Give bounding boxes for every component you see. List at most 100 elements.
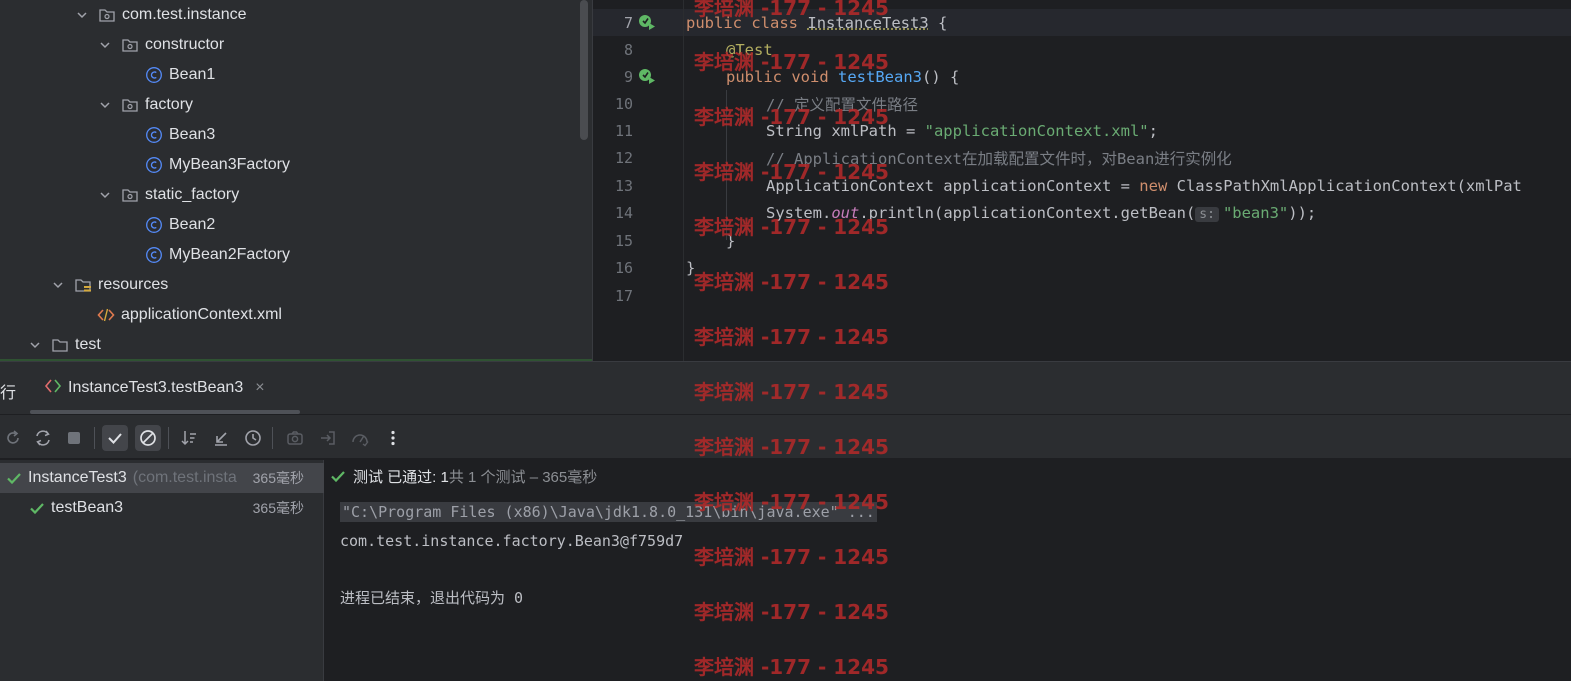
code-line: 15 } — [593, 227, 1571, 254]
tree-item-mybean2factory[interactable]: MyBean2Factory — [145, 240, 290, 270]
code-string: "bean3" — [1222, 203, 1289, 222]
tree-item-label: com.test.instance — [122, 6, 247, 23]
class-icon — [145, 126, 163, 144]
class-icon — [145, 216, 163, 234]
package-icon — [98, 6, 116, 24]
tree-item-com-test-instance[interactable]: com.test.instance — [74, 0, 247, 30]
project-tree: com.test.instance constructor Bean1 fact… — [0, 0, 592, 361]
stop-icon[interactable] — [61, 425, 87, 451]
more-options-icon[interactable] — [380, 425, 406, 451]
code-editor[interactable]: 7 public class InstanceTest3 { 8 @Test 9… — [592, 0, 1571, 361]
tree-item-static-factory[interactable]: static_factory — [97, 180, 239, 210]
tree-item-resources[interactable]: resources — [50, 270, 168, 300]
collapse-all-icon[interactable] — [208, 425, 234, 451]
test-status-bar: 测试 已通过: 1 共 1 个测试 – 365毫秒 — [330, 465, 597, 487]
code-keyword: public — [686, 13, 742, 32]
chevron-down-icon[interactable] — [74, 7, 90, 23]
tree-item-bean2[interactable]: Bean2 — [145, 210, 215, 240]
code-method-name: testBean3 — [838, 67, 923, 86]
tree-item-factory[interactable]: factory — [97, 90, 193, 120]
toolbar-separator — [94, 427, 95, 449]
test-duration: 365毫秒 — [252, 500, 304, 516]
code-text: .println(applicationContext.getBean( — [859, 203, 1196, 222]
rerun-icon[interactable] — [0, 425, 26, 451]
code-line: 11 String xmlPath = "applicationContext.… — [593, 117, 1571, 144]
tree-item-label: applicationContext.xml — [121, 306, 282, 323]
toolbar-separator — [168, 427, 169, 449]
line-number: 11 — [614, 121, 633, 140]
resources-folder-icon — [74, 276, 92, 294]
run-tab[interactable]: InstanceTest3.testBean3 × — [44, 376, 265, 400]
tree-item-label: Bean2 — [169, 216, 216, 233]
code-text: } — [726, 231, 736, 250]
history-icon[interactable] — [240, 425, 266, 451]
console-output[interactable]: 测试 已通过: 1 共 1 个测试 – 365毫秒 "C:\Program Fi… — [325, 460, 1571, 681]
line-number: 7 — [623, 13, 633, 32]
class-icon — [145, 66, 163, 84]
tree-item-label: MyBean3Factory — [169, 156, 290, 173]
show-ignored-icon[interactable] — [135, 425, 161, 451]
run-test-method-icon[interactable] — [638, 67, 656, 85]
tree-item-test[interactable]: test — [27, 330, 101, 360]
tree-item-applicationcontext-xml[interactable]: applicationContext.xml — [97, 300, 282, 330]
line-number: 10 — [614, 94, 633, 113]
test-row-method[interactable]: testBean3 365毫秒 — [0, 493, 324, 523]
chevron-down-icon[interactable] — [27, 337, 43, 353]
code-comment: // ApplicationContext在加载配置文件时，对Bean进行实例化 — [766, 149, 1232, 168]
class-icon — [145, 246, 163, 264]
run-test-class-icon[interactable] — [638, 13, 656, 31]
line-number: 15 — [614, 231, 633, 250]
code-keyword: new — [1139, 176, 1168, 195]
console-exit-line: 进程已结束，退出代码为 0 — [340, 589, 524, 607]
code-text: System. — [766, 203, 832, 222]
line-number: 13 — [614, 176, 633, 195]
rerun-failed-icon[interactable] — [30, 425, 56, 451]
code-line: 13 ApplicationContext applicationContext… — [593, 172, 1571, 199]
parameter-hint: s: — [1195, 206, 1219, 222]
code-text: { — [928, 13, 948, 32]
test-row-class[interactable]: InstanceTest3 (com.test.instance) 365毫秒 — [0, 463, 324, 493]
run-header: 行 InstanceTest3.testBean3 × — [0, 362, 1571, 414]
code-line: 7 public class InstanceTest3 { — [593, 9, 1571, 36]
tree-item-bean3[interactable]: Bean3 — [145, 120, 215, 150]
tree-item-mybean3factory[interactable]: MyBean3Factory — [145, 150, 290, 180]
chevron-down-icon[interactable] — [97, 37, 113, 53]
tree-item-bean1[interactable]: Bean1 — [145, 60, 215, 90]
chevron-down-icon[interactable] — [50, 277, 66, 293]
chevron-down-icon[interactable] — [97, 97, 113, 113]
tree-item-label: static_factory — [145, 186, 240, 203]
code-line: 8 @Test — [593, 36, 1571, 63]
camera-icon[interactable] — [282, 425, 308, 451]
code-keyword: class — [751, 13, 799, 32]
package-icon — [121, 36, 139, 54]
line-number: 16 — [614, 258, 633, 277]
tree-scrollbar[interactable] — [580, 0, 588, 140]
code-line: 17 — [593, 282, 1571, 309]
sort-icon[interactable] — [176, 425, 202, 451]
line-number: 14 — [614, 203, 633, 222]
code-line: 16 } — [593, 254, 1571, 281]
console-command-line[interactable]: "C:\Program Files (x86)\Java\jdk1.8.0_13… — [340, 502, 877, 522]
code-text: ClassPathXmlApplicationContext(xmlPat — [1167, 176, 1522, 195]
code-text: )); — [1288, 203, 1317, 222]
code-text: () { — [922, 67, 960, 86]
xml-file-icon — [97, 306, 115, 324]
status-passed-text: 测试 已通过: 1 — [353, 468, 449, 486]
code-line: 12 // ApplicationContext在加载配置文件时，对Bean进行… — [593, 144, 1571, 171]
show-passed-icon[interactable] — [102, 425, 128, 451]
run-tool-title: 行 — [0, 385, 17, 402]
run-tab-label: InstanceTest3.testBean3 — [68, 379, 244, 396]
test-method-name: testBean3 — [51, 499, 124, 516]
run-toolbar — [0, 414, 1571, 459]
class-icon — [145, 156, 163, 174]
line-number: 9 — [623, 67, 633, 86]
close-icon[interactable]: × — [255, 379, 264, 397]
folder-icon — [51, 336, 69, 354]
code-text: String xmlPath = — [766, 121, 925, 140]
coverage-icon[interactable] — [347, 425, 373, 451]
chevron-down-icon[interactable] — [97, 187, 113, 203]
tree-item-constructor[interactable]: constructor — [97, 30, 224, 60]
import-icon[interactable] — [315, 425, 341, 451]
code-class-name: InstanceTest3 — [807, 13, 929, 32]
code-comment: // 定义配置文件路径 — [766, 95, 918, 114]
